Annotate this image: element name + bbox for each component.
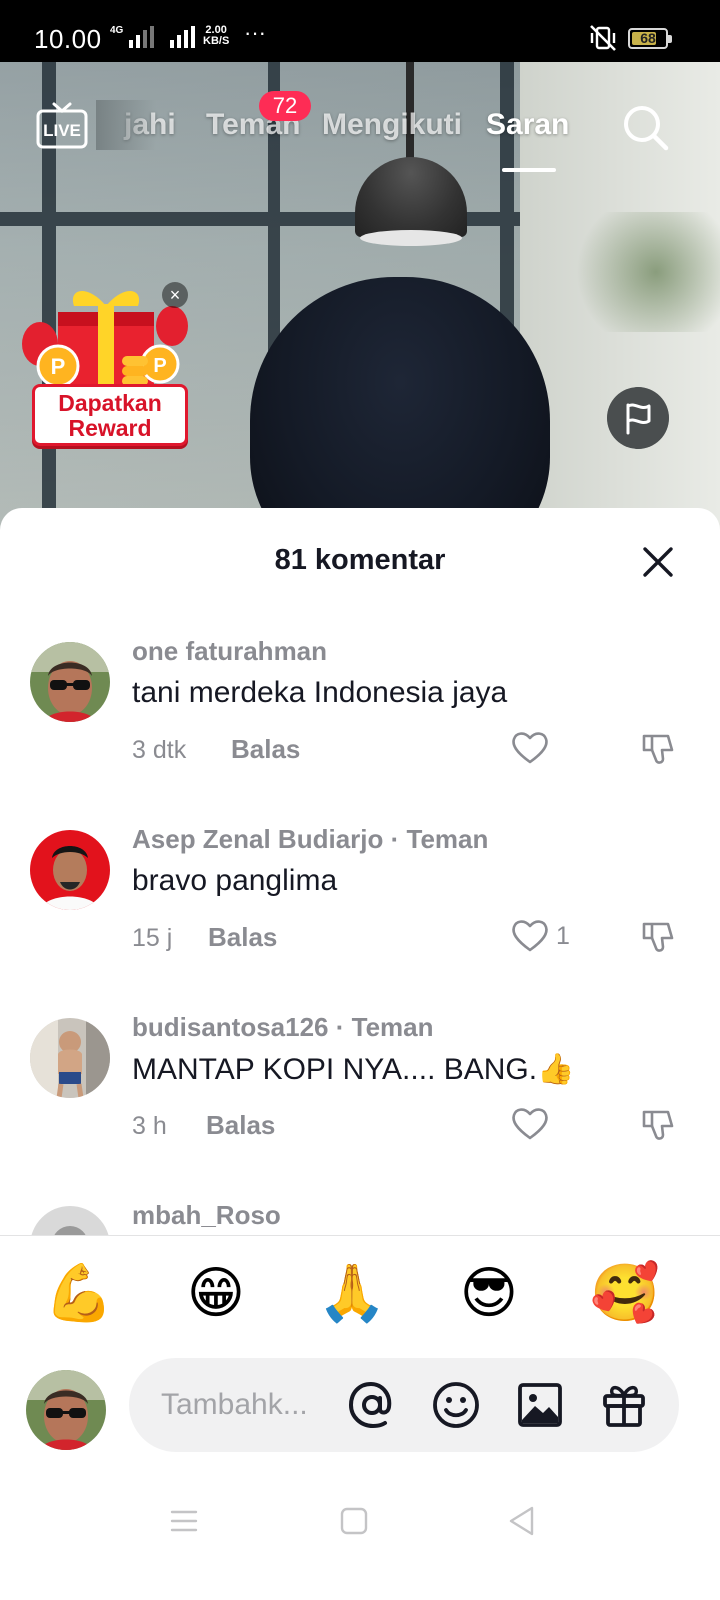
- comment-item: mbah_Roso: [0, 1182, 720, 1236]
- signal-icon: [129, 26, 155, 48]
- emoji-flexed-biceps[interactable]: 💪: [44, 1258, 114, 1328]
- comment-time: 3 dtk: [132, 736, 187, 764]
- comment-item: Asep Zenal Budiarjo · Teman bravo pangli…: [0, 806, 720, 994]
- reward-label-line1: Dapatkan: [58, 390, 162, 416]
- comment-text: MANTAP KOPI NYA.... BANG.👍: [132, 1053, 575, 1086]
- dislike-icon[interactable]: [638, 728, 678, 768]
- active-tab-indicator: [502, 168, 556, 172]
- network-type: 4G: [110, 25, 124, 36]
- divider: [0, 1235, 720, 1236]
- emoji-grinning[interactable]: 😁: [181, 1258, 251, 1328]
- emoji-sunglasses[interactable]: 😎: [454, 1258, 524, 1328]
- reply-button[interactable]: Balas: [208, 922, 277, 953]
- friends-badge: 72: [259, 91, 311, 121]
- avatar[interactable]: [30, 830, 110, 910]
- reward-label[interactable]: Dapatkan Reward: [32, 384, 188, 446]
- comment-text: tani merdeka Indonesia jaya: [132, 676, 508, 709]
- comment-time: 3 h: [132, 1112, 167, 1140]
- comment-username[interactable]: mbah_Roso: [132, 1200, 281, 1231]
- comment-item: budisantosa126 · Teman MANTAP KOPI NYA..…: [0, 994, 720, 1182]
- dislike-icon[interactable]: [638, 916, 678, 956]
- image-icon[interactable]: [515, 1380, 565, 1430]
- network-indicator: 4G: [110, 25, 196, 48]
- reward-label-line2: Reward: [68, 415, 152, 441]
- comment-text: bravo panglima: [132, 864, 338, 897]
- back-icon[interactable]: [504, 1503, 540, 1539]
- comment-username[interactable]: budisantosa126 · Teman: [132, 1012, 434, 1043]
- avatar[interactable]: [30, 1206, 110, 1236]
- emoji-icon[interactable]: [431, 1380, 481, 1430]
- comments-title: 81 komentar: [274, 544, 446, 576]
- comment-time: 15 j: [132, 924, 173, 952]
- emoji-folded-hands[interactable]: 🙏: [317, 1258, 387, 1328]
- like-count: 1: [556, 922, 570, 950]
- comment-username[interactable]: one faturahman: [132, 636, 327, 667]
- avatar[interactable]: [26, 1370, 106, 1450]
- network-speed: 2.00 KB/S: [203, 25, 229, 47]
- avatar[interactable]: [30, 642, 110, 722]
- reply-button[interactable]: Balas: [206, 1110, 275, 1141]
- search-icon[interactable]: [620, 102, 670, 152]
- comment-input-placeholder: Tambahk...: [161, 1388, 308, 1421]
- comments-list[interactable]: one faturahman tani merdeka Indonesia ja…: [0, 618, 720, 1236]
- live-label: LIVE: [43, 121, 81, 140]
- dislike-icon[interactable]: [638, 1104, 678, 1144]
- comment-username[interactable]: Asep Zenal Budiarjo · Teman: [132, 824, 488, 855]
- emoji-smiling-hearts[interactable]: 🥰: [590, 1258, 660, 1328]
- vibrate-off-icon: [590, 25, 616, 51]
- system-nav-bar: [0, 1493, 720, 1563]
- comment-item: one faturahman tani merdeka Indonesia ja…: [0, 618, 720, 806]
- battery-icon: 68: [628, 28, 672, 49]
- comment-composer: Tambahk...: [0, 1358, 720, 1468]
- comment-input[interactable]: Tambahk...: [129, 1358, 679, 1452]
- home-icon[interactable]: [336, 1503, 372, 1539]
- close-icon[interactable]: [638, 542, 678, 582]
- quick-emoji-bar: 💪 😁 🙏 😎 🥰: [0, 1258, 720, 1338]
- speed-unit: KB/S: [203, 35, 230, 47]
- reward-close-button[interactable]: ×: [162, 282, 188, 308]
- gift-icon[interactable]: [599, 1380, 649, 1430]
- tab-for-you[interactable]: Saran: [486, 108, 569, 142]
- svg-text:P: P: [51, 354, 66, 379]
- comments-sheet: 81 komentar one faturahman tani merdeka …: [0, 508, 720, 1600]
- more-notifications-icon: ···: [244, 20, 266, 45]
- heart-icon[interactable]: [510, 728, 550, 768]
- heart-icon[interactable]: [510, 1104, 550, 1144]
- status-bar: 10.00 4G 2.00 KB/S ··· 68: [0, 0, 720, 62]
- mention-icon[interactable]: [347, 1380, 397, 1430]
- report-flag-button[interactable]: [607, 387, 669, 449]
- reply-button[interactable]: Balas: [231, 734, 300, 765]
- status-time: 10.00: [34, 24, 102, 54]
- menu-icon[interactable]: [166, 1503, 202, 1539]
- battery-level: 68: [640, 30, 656, 46]
- svg-text:P: P: [153, 355, 166, 377]
- signal-icon-2: [170, 26, 196, 48]
- tab-following[interactable]: Mengikuti: [322, 108, 462, 142]
- heart-icon[interactable]: [510, 916, 550, 956]
- avatar[interactable]: [30, 1018, 110, 1098]
- live-icon[interactable]: LIVE: [36, 100, 88, 152]
